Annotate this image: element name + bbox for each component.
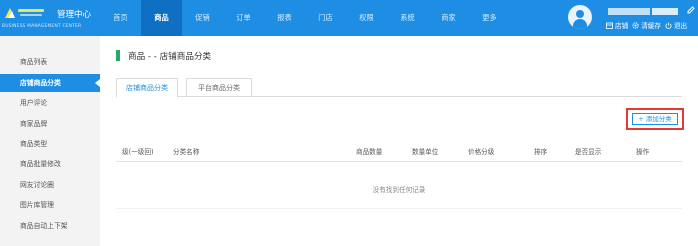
nav-item-merchant[interactable]: 商家 (428, 0, 469, 36)
column-header-name: 分类名称 (173, 148, 200, 156)
nav-item-system[interactable]: 系统 (387, 0, 428, 36)
logo-area: 管理中心 BUSINESS MANAGEMENT CENTER (0, 0, 110, 36)
logout-label: 退出 (673, 22, 688, 30)
table-bottom-divider (116, 208, 682, 209)
store-link-label: 店铺 (615, 22, 629, 30)
avatar[interactable] (568, 5, 592, 29)
nav-item-promotion[interactable]: 促销 (182, 0, 223, 36)
logout-link[interactable]: 退出 (665, 20, 687, 30)
tab-platform-categories[interactable]: 平台商品分类 (186, 78, 252, 97)
column-header-visible: 是否显示 (575, 148, 602, 156)
column-header-level[interactable]: 级(一级回) (122, 142, 154, 162)
main-nav: 首页 商品 促销 订单 报表 门店 权限 系统 商家 更多 (100, 0, 510, 36)
sidebar-item-goods-list[interactable]: 商品列表 (0, 53, 100, 71)
tab-store-categories[interactable]: 店铺商品分类 (116, 78, 178, 98)
sidebar-item-user-reviews[interactable]: 用户评论 (0, 94, 100, 112)
admin-title: 管理中心 (57, 10, 92, 20)
logo-wordmark (18, 7, 48, 19)
clear-cache-link[interactable]: 清缓存 (632, 20, 661, 30)
table-header: 级(一级回) 分类名称 商品数量 数量单位 价格分级 排序 是否显示 操作 (116, 142, 682, 162)
nav-item-stores[interactable]: 门店 (305, 0, 346, 36)
nav-item-permissions[interactable]: 权限 (346, 0, 387, 36)
page-title: 商品 - - 店铺商品分类 (128, 52, 212, 62)
top-bar: 管理中心 BUSINESS MANAGEMENT CENTER 首页 商品 促销… (0, 0, 698, 36)
gear-icon (632, 21, 639, 29)
admin-subtitle: BUSINESS MANAGEMENT CENTER (2, 24, 82, 29)
sidebar: 商品列表 店铺商品分类 用户评论 商家品牌 商品类型 商品批量修改 网友讨论圈 … (0, 36, 100, 246)
column-header-actions: 操作 (636, 148, 650, 156)
username-blurred (608, 8, 650, 15)
sidebar-item-brands[interactable]: 商家品牌 (0, 115, 100, 133)
user-area: 店铺 清缓存 退出 (568, 0, 698, 36)
header-actions: 店铺 清缓存 退出 (606, 20, 691, 30)
sidebar-item-goods-types[interactable]: 商品类型 (0, 135, 100, 153)
logo-icon (5, 8, 15, 18)
category-tabs: 店铺商品分类 平台商品分类 (116, 78, 682, 98)
column-header-unit: 数量单位 (412, 148, 439, 156)
nav-item-home[interactable]: 首页 (100, 0, 141, 36)
sidebar-item-auto-shelf[interactable]: 商品自动上下架 (0, 217, 100, 235)
title-accent-bar (116, 50, 120, 61)
nav-item-goods[interactable]: 商品 (141, 0, 182, 36)
power-icon (665, 22, 672, 29)
main-content: 商品 - - 店铺商品分类 店铺商品分类 平台商品分类 + 添加分类 级(一级回… (100, 36, 698, 246)
column-header-price-grade: 价格分级 (468, 148, 495, 156)
edit-icon[interactable] (686, 5, 696, 15)
store-icon (606, 22, 613, 29)
empty-table-message: 没有找到任何记录 (372, 186, 426, 194)
nav-item-reports[interactable]: 报表 (264, 0, 305, 36)
sidebar-item-batch-edit[interactable]: 商品批量修改 (0, 155, 100, 173)
column-header-sort: 排序 (534, 148, 548, 156)
sidebar-item-image-library[interactable]: 图片库管理 (0, 196, 100, 214)
sidebar-item-discussion[interactable]: 网友讨论圈 (0, 176, 100, 194)
nav-item-orders[interactable]: 订单 (223, 0, 264, 36)
add-category-button[interactable]: + 添加分类 (632, 113, 678, 125)
add-button-highlight: + 添加分类 (626, 108, 684, 130)
store-link[interactable]: 店铺 (606, 20, 628, 30)
nav-item-more[interactable]: 更多 (469, 0, 510, 36)
shop-name-blurred (652, 8, 678, 15)
clear-cache-label: 清缓存 (641, 22, 661, 30)
column-header-quantity: 商品数量 (356, 148, 383, 156)
sidebar-item-store-categories[interactable]: 店铺商品分类 (0, 74, 100, 92)
